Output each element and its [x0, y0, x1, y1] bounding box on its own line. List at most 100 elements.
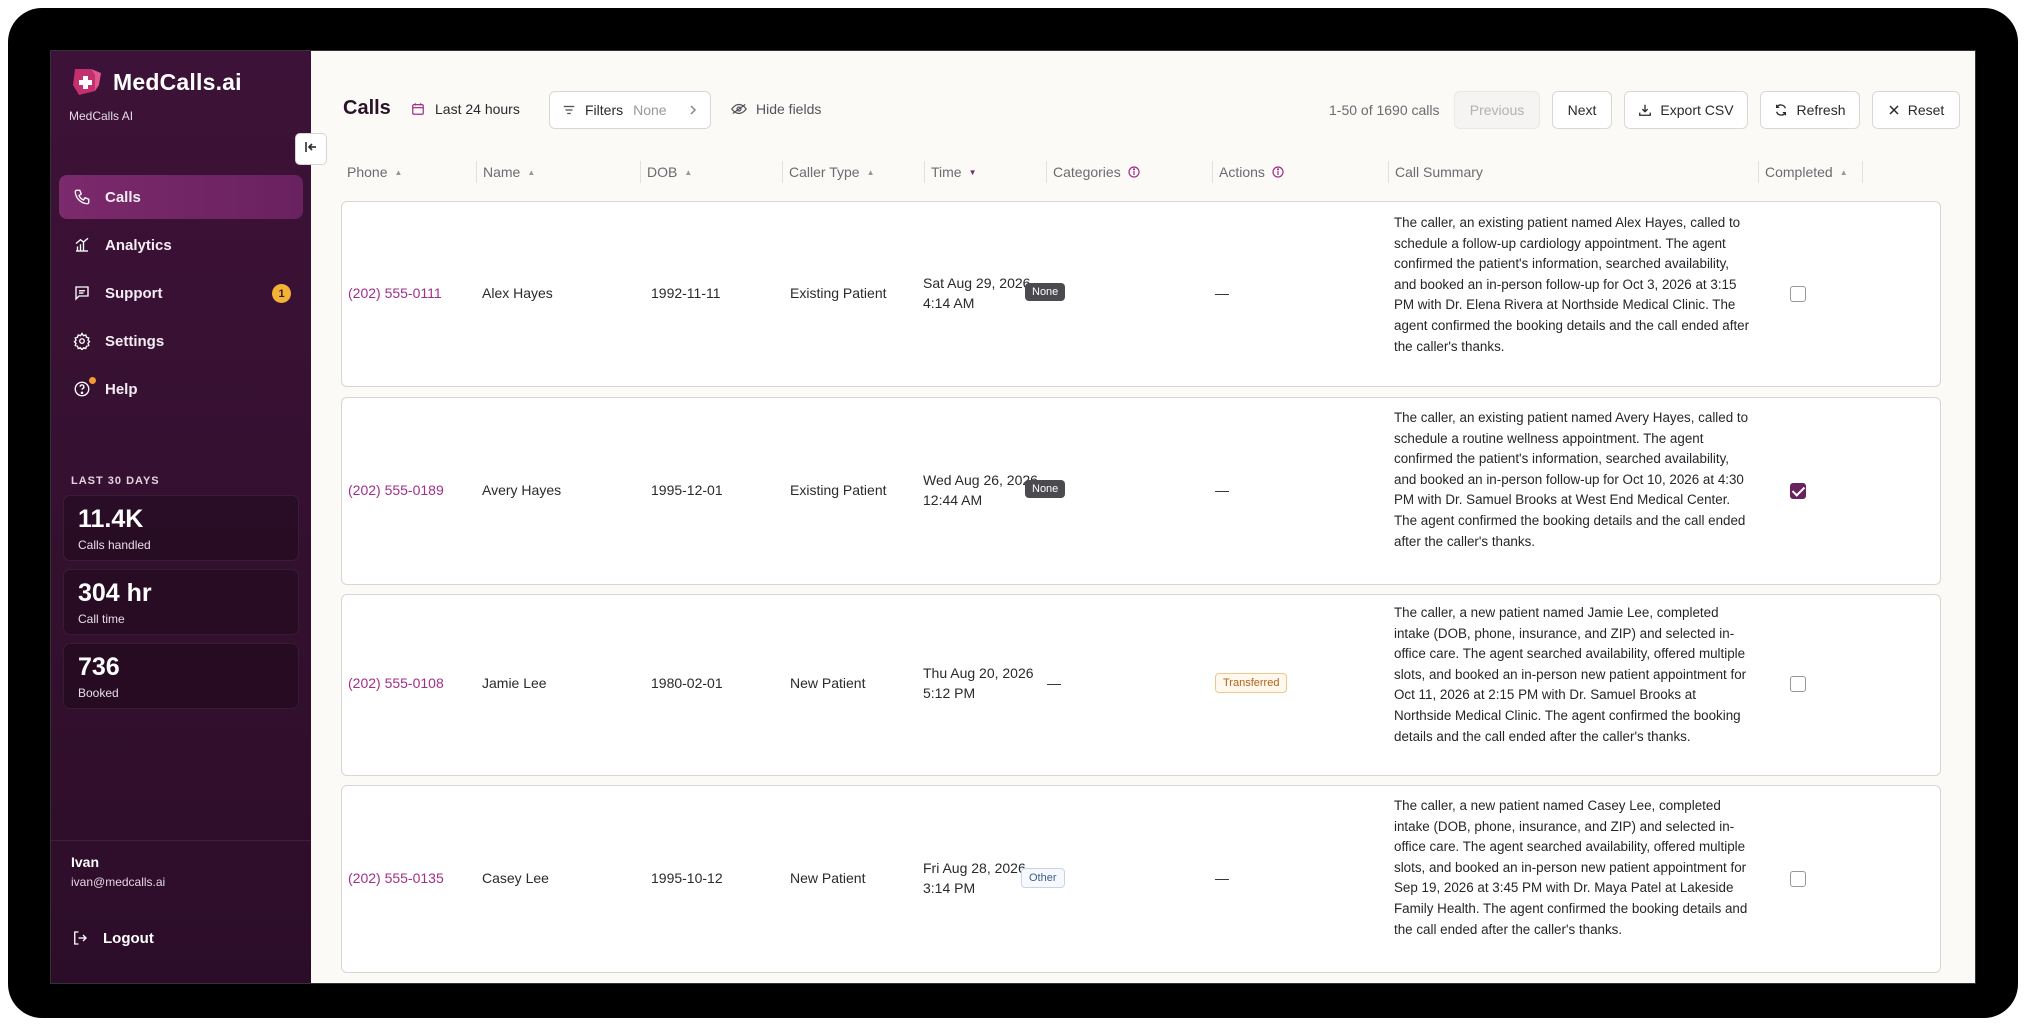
- chevron-right-icon: [688, 103, 698, 117]
- column-header-name[interactable]: Name ▲: [477, 157, 641, 187]
- table-row[interactable]: (202) 555-0108 Jamie Lee 1980-02-01 New …: [341, 594, 1941, 776]
- phone-link[interactable]: (202) 555-0108: [348, 675, 444, 691]
- call-time: 4:14 AM: [923, 295, 975, 311]
- next-button[interactable]: Next: [1552, 91, 1612, 129]
- call-date: Sat Aug 29, 2026: [923, 275, 1031, 291]
- caller-type: Existing Patient: [790, 285, 887, 301]
- hide-fields-button[interactable]: Hide fields: [731, 101, 821, 117]
- app-window: MedCalls.ai MedCalls AI Calls Analytics …: [50, 50, 1976, 984]
- completed-checkbox[interactable]: [1790, 483, 1806, 499]
- eye-off-icon: [731, 102, 747, 116]
- filters-value: None: [633, 102, 667, 118]
- sidebar-item-settings[interactable]: Settings: [59, 319, 303, 363]
- calendar-icon: [411, 102, 425, 116]
- action-value: —: [1215, 482, 1229, 498]
- export-csv-button[interactable]: Export CSV: [1624, 91, 1748, 129]
- column-header-caller-type[interactable]: Caller Type ▲: [783, 157, 925, 187]
- logo-icon: [69, 65, 107, 99]
- info-icon[interactable]: [1128, 166, 1140, 178]
- column-label: Call Summary: [1395, 164, 1483, 180]
- sort-asc-icon: ▲: [684, 167, 693, 177]
- action-value: —: [1215, 870, 1229, 886]
- phone-link[interactable]: (202) 555-0111: [348, 285, 442, 301]
- column-header-completed[interactable]: Completed ▲: [1759, 157, 1863, 187]
- column-label: Actions: [1219, 164, 1265, 180]
- sidebar-item-support[interactable]: Support 1: [59, 271, 303, 315]
- completed-checkbox[interactable]: [1790, 286, 1806, 302]
- call-time: 5:12 PM: [923, 685, 976, 701]
- dob: 1980-02-01: [651, 675, 723, 691]
- filters-button[interactable]: Filters None: [549, 91, 711, 129]
- info-icon[interactable]: [1272, 166, 1284, 178]
- sort-asc-icon: ▲: [394, 167, 403, 177]
- sort-asc-icon: ▲: [866, 167, 875, 177]
- stat-card-call-time: 304 hr Call time: [63, 569, 299, 635]
- call-summary: The caller, an existing patient named Av…: [1394, 410, 1749, 549]
- filter-icon: [562, 103, 576, 117]
- user-name: Ivan: [71, 854, 100, 870]
- refresh-icon: [1774, 103, 1788, 117]
- sidebar-item-analytics[interactable]: Analytics: [59, 223, 303, 267]
- support-badge: 1: [272, 284, 291, 303]
- table-row[interactable]: (202) 555-0111 Alex Hayes 1992-11-11 Exi…: [341, 201, 1941, 387]
- transferred-badge: Transferred: [1215, 673, 1288, 693]
- logout-button[interactable]: Logout: [69, 927, 154, 949]
- stat-card-calls: 11.4K Calls handled: [63, 495, 299, 561]
- table-row[interactable]: (202) 555-0135 Casey Lee 1995-10-12 New …: [341, 785, 1941, 973]
- call-date: Thu Aug 20, 2026: [923, 665, 1034, 681]
- refresh-button[interactable]: Refresh: [1760, 91, 1860, 129]
- brand-subtitle: MedCalls AI: [69, 109, 134, 123]
- caller-type: New Patient: [790, 675, 866, 691]
- completed-checkbox[interactable]: [1790, 676, 1806, 692]
- date-range-selector[interactable]: Last 24 hours: [411, 101, 520, 117]
- logout-icon: [69, 927, 91, 949]
- brand[interactable]: MedCalls.ai: [69, 65, 242, 99]
- phone-link[interactable]: (202) 555-0189: [348, 482, 444, 498]
- column-label: Caller Type: [789, 164, 860, 180]
- column-header-actions[interactable]: Actions: [1213, 157, 1389, 187]
- sidebar-item-calls[interactable]: Calls: [59, 175, 303, 219]
- phone-icon: [71, 186, 93, 208]
- column-header-time[interactable]: Time ▼: [925, 157, 1047, 187]
- stat-label: Booked: [78, 686, 119, 700]
- reset-button[interactable]: Reset: [1872, 91, 1960, 129]
- table-row[interactable]: (202) 555-0189 Avery Hayes 1995-12-01 Ex…: [341, 397, 1941, 585]
- page-title: Calls: [343, 97, 391, 119]
- dob: 1992-11-11: [651, 285, 721, 301]
- column-label: Name: [483, 164, 521, 180]
- phone-link[interactable]: (202) 555-0135: [348, 870, 444, 886]
- main-content: Calls Last 24 hours Filters None Hide fi…: [311, 51, 1975, 983]
- logout-label: Logout: [103, 929, 154, 947]
- collapse-sidebar-button[interactable]: [295, 133, 327, 165]
- user-profile[interactable]: Ivan ivan@medcalls.ai: [71, 854, 165, 889]
- sidebar: MedCalls.ai MedCalls AI Calls Analytics …: [51, 51, 327, 983]
- column-header-categories[interactable]: Categories: [1047, 157, 1213, 187]
- reset-label: Reset: [1907, 102, 1945, 118]
- patient-name: Alex Hayes: [482, 285, 553, 301]
- completed-checkbox[interactable]: [1790, 871, 1806, 887]
- sort-asc-icon: ▲: [1839, 167, 1848, 177]
- gear-icon: [71, 330, 93, 352]
- pagination-count: 1-50 of 1690 calls: [1329, 102, 1440, 118]
- collapse-icon: [304, 140, 318, 159]
- filters-label: Filters: [585, 102, 624, 118]
- toolbar: Calls Last 24 hours Filters None Hide fi…: [311, 91, 1975, 129]
- sidebar-item-help[interactable]: Help: [59, 367, 303, 411]
- sort-desc-icon: ▼: [968, 167, 977, 177]
- patient-name: Avery Hayes: [482, 482, 562, 498]
- sidebar-item-label: Analytics: [105, 236, 172, 254]
- column-header-dob[interactable]: DOB ▲: [641, 157, 783, 187]
- download-icon: [1638, 103, 1652, 117]
- column-label: Categories: [1053, 164, 1121, 180]
- hide-fields-label: Hide fields: [756, 101, 822, 117]
- refresh-label: Refresh: [1796, 102, 1846, 118]
- call-date: Wed Aug 26, 2026: [923, 472, 1038, 488]
- column-label: Completed: [1765, 164, 1833, 180]
- column-label: Phone: [347, 164, 388, 180]
- call-date: Fri Aug 28, 2026: [923, 860, 1026, 876]
- message-icon: [71, 282, 93, 304]
- previous-button[interactable]: Previous: [1454, 91, 1540, 129]
- column-header-call-summary[interactable]: Call Summary: [1389, 157, 1759, 187]
- notification-dot: [89, 377, 96, 384]
- column-header-phone[interactable]: Phone ▲: [341, 157, 477, 187]
